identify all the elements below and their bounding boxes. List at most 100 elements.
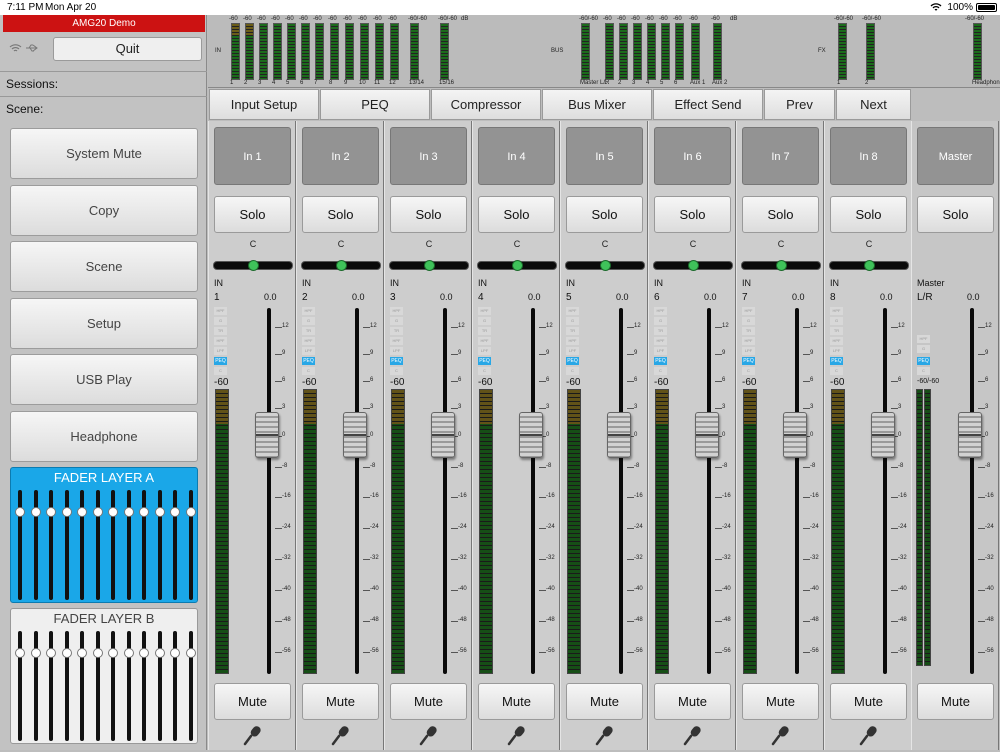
- fader-knob[interactable]: [607, 412, 631, 458]
- pan-knob[interactable]: [424, 260, 435, 271]
- fader-track[interactable]: [355, 308, 359, 674]
- fader-track[interactable]: [443, 308, 447, 674]
- fader-knob[interactable]: [783, 412, 807, 458]
- mute-button[interactable]: Mute: [478, 683, 555, 720]
- tab-compressor[interactable]: Compressor: [431, 89, 541, 120]
- fader-scale-tick: [803, 559, 810, 560]
- master-scale-tick: [978, 467, 985, 468]
- solo-button[interactable]: Solo: [390, 196, 467, 233]
- pan-slider[interactable]: [301, 260, 381, 271]
- pan-knob[interactable]: [336, 260, 347, 271]
- mute-button[interactable]: Mute: [742, 683, 819, 720]
- microphone-icon: [858, 725, 880, 747]
- pan-slider[interactable]: [653, 260, 733, 271]
- tab-prev[interactable]: Prev: [764, 89, 835, 120]
- fader-scale-tick: [539, 528, 546, 529]
- fader-track[interactable]: [795, 308, 799, 674]
- mute-button[interactable]: Mute: [390, 683, 467, 720]
- pan-slider[interactable]: [565, 260, 645, 271]
- channel-name-button[interactable]: In 1: [214, 127, 291, 185]
- pan-slider[interactable]: [829, 260, 909, 271]
- sessions-row[interactable]: Sessions:: [0, 71, 207, 95]
- fader-knob[interactable]: [255, 412, 279, 458]
- tab-effect-send[interactable]: Effect Send: [653, 89, 763, 120]
- solo-button[interactable]: Solo: [478, 196, 555, 233]
- master-fader-track[interactable]: [970, 308, 974, 674]
- master-fader-knob[interactable]: [958, 412, 982, 458]
- pan-center-label: C: [601, 239, 609, 249]
- master-name-button[interactable]: Master: [917, 127, 994, 185]
- processing-indicator: G: [302, 317, 315, 325]
- mute-button[interactable]: Mute: [214, 683, 291, 720]
- pan-slider[interactable]: [477, 260, 557, 271]
- meter-bridge: IN 1 -60 2 -60 3 -60 4 -60 5 -60 6 -60 7 -60 8 -60 9 -60 10…: [208, 15, 1000, 88]
- pan-knob[interactable]: [248, 260, 259, 271]
- fader-scale-label: 9: [722, 350, 726, 356]
- pan-knob[interactable]: [776, 260, 787, 271]
- fader-layer-a[interactable]: FADER LAYER A: [10, 467, 198, 603]
- copy-button[interactable]: Copy: [10, 185, 198, 236]
- pan-slider[interactable]: [741, 260, 821, 271]
- fader-knob[interactable]: [519, 412, 543, 458]
- scene-button[interactable]: Scene: [10, 241, 198, 292]
- channel-name-button[interactable]: In 3: [390, 127, 467, 185]
- usb-play-button[interactable]: USB Play: [10, 354, 198, 405]
- channel-number: 8: [830, 292, 836, 303]
- pan-knob[interactable]: [600, 260, 611, 271]
- fader-knob[interactable]: [431, 412, 455, 458]
- solo-button[interactable]: Solo: [302, 196, 379, 233]
- processing-indicator: HPF: [478, 307, 491, 315]
- master-mute-button[interactable]: Mute: [917, 683, 994, 720]
- mute-button[interactable]: Mute: [302, 683, 379, 720]
- tab-peq[interactable]: PEQ: [320, 89, 430, 120]
- tab-input-setup[interactable]: Input Setup: [209, 89, 319, 120]
- mute-button[interactable]: Mute: [566, 683, 643, 720]
- solo-button[interactable]: Solo: [830, 196, 907, 233]
- master-solo-button[interactable]: Solo: [917, 196, 994, 233]
- solo-button[interactable]: Solo: [654, 196, 731, 233]
- channel-name-button[interactable]: In 4: [478, 127, 555, 185]
- fader-knob[interactable]: [871, 412, 895, 458]
- pan-knob[interactable]: [512, 260, 523, 271]
- processing-indicator: PEQ: [566, 357, 579, 365]
- fader-track[interactable]: [707, 308, 711, 674]
- fader-track[interactable]: [883, 308, 887, 674]
- channel-name-button[interactable]: In 6: [654, 127, 731, 185]
- fader-knob[interactable]: [343, 412, 367, 458]
- fader-layer-b[interactable]: FADER LAYER B: [10, 608, 198, 744]
- solo-button[interactable]: Solo: [214, 196, 291, 233]
- fader-scale-tick: [715, 408, 722, 409]
- fader-track[interactable]: [267, 308, 271, 674]
- pan-knob[interactable]: [864, 260, 875, 271]
- fader-scale-tick: [715, 381, 722, 382]
- pan-knob[interactable]: [688, 260, 699, 271]
- channel-name-button[interactable]: In 7: [742, 127, 819, 185]
- channel-name-button[interactable]: In 2: [302, 127, 379, 185]
- channel-level-meter: [215, 389, 229, 674]
- fader-scale-label: -40: [634, 586, 643, 592]
- headphone-button[interactable]: Headphone: [10, 411, 198, 462]
- quit-button[interactable]: Quit: [53, 37, 202, 61]
- pan-slider[interactable]: [389, 260, 469, 271]
- fader-scale-tick: [539, 467, 546, 468]
- setup-button[interactable]: Setup: [10, 298, 198, 349]
- fader-scale-label: -16: [546, 493, 555, 499]
- master-scale-label: 12: [985, 323, 992, 329]
- bus-meter: [581, 23, 590, 80]
- mute-button[interactable]: Mute: [654, 683, 731, 720]
- tab-next[interactable]: Next: [836, 89, 911, 120]
- solo-button[interactable]: Solo: [566, 196, 643, 233]
- fader-track[interactable]: [619, 308, 623, 674]
- mute-button[interactable]: Mute: [830, 683, 907, 720]
- fader-scale-label: -24: [634, 524, 643, 530]
- mini-fader-knob: [108, 507, 118, 517]
- channel-name-button[interactable]: In 5: [566, 127, 643, 185]
- tab-bus-mixer[interactable]: Bus Mixer: [542, 89, 652, 120]
- system-mute-button[interactable]: System Mute: [10, 128, 198, 179]
- solo-button[interactable]: Solo: [742, 196, 819, 233]
- fader-track[interactable]: [531, 308, 535, 674]
- fader-knob[interactable]: [695, 412, 719, 458]
- channel-name-button[interactable]: In 8: [830, 127, 907, 185]
- scene-row[interactable]: Scene:: [0, 96, 207, 120]
- pan-slider[interactable]: [213, 260, 293, 271]
